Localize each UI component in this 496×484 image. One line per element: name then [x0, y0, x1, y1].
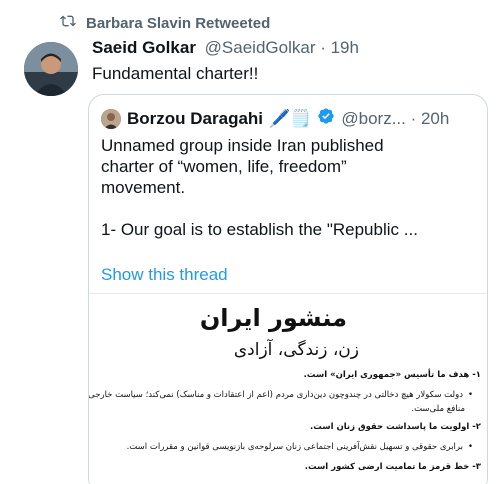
tweet-text: Fundamental charter!!: [92, 64, 259, 83]
document-line: ۲- اولویت ما پاسداشت حقوق زنان است.: [310, 422, 481, 432]
document-title: منشور ایران: [199, 304, 347, 332]
quoted-text-line: 1- Our goal is to establish the "Republi…: [101, 220, 418, 239]
quoted-tweet-header: Borzou Daragahi 🖊️🗒️ @borz... · 20h: [101, 107, 449, 130]
verified-badge-icon: [317, 107, 335, 130]
quoted-handle-time[interactable]: @borz... · 20h: [341, 109, 449, 129]
document-line: دولت سکولار هیچ دخالتی در چندوچون دین‌دا…: [89, 390, 473, 400]
document-line: ۱- هدف ما تأسیس «جمهوری ایران» است.: [303, 370, 481, 380]
quoted-text-line: movement.: [101, 178, 186, 197]
avatar[interactable]: [24, 42, 78, 96]
quoted-text-line: charter of “women, life, freedom”: [101, 157, 347, 176]
document-line: برابری حقوقی و تسهیل نقش‌آفرینی اجتماعی …: [127, 442, 473, 452]
document-subtitle: زن، زندگی، آزادی: [233, 340, 359, 360]
show-thread-link[interactable]: Show this thread: [101, 265, 228, 285]
quoted-tweet-text: Unnamed group inside Iran published char…: [101, 135, 479, 240]
quoted-avatar[interactable]: [101, 108, 121, 129]
document-line: ۳- خط قرمز ما تمامیت ارضی کشور است.: [304, 462, 481, 472]
author-name[interactable]: Saeid Golkar: [92, 38, 196, 57]
retweet-icon: [60, 13, 76, 33]
quoted-text-line: Unnamed group inside Iran published: [101, 136, 384, 155]
name-emojis: 🖊️🗒️: [269, 108, 312, 128]
document-line: منافع ملی‌ست.: [411, 404, 465, 414]
quoted-tweet[interactable]: Borzou Daragahi 🖊️🗒️ @borz... · 20h Unna…: [88, 94, 488, 484]
retweet-label[interactable]: Barbara Slavin Retweeted: [86, 15, 270, 32]
quoted-author-name[interactable]: Borzou Daragahi: [127, 109, 263, 129]
retweet-indicator: Barbara Slavin Retweeted: [60, 13, 270, 33]
charter-document-image[interactable]: منشور ایران زن، زندگی، آزادی ۱- هدف ما ت…: [89, 294, 487, 484]
author-handle-time[interactable]: @SaeidGolkar · 19h: [205, 38, 359, 57]
tweet-header: Saeid Golkar @SaeidGolkar · 19h: [92, 38, 359, 58]
